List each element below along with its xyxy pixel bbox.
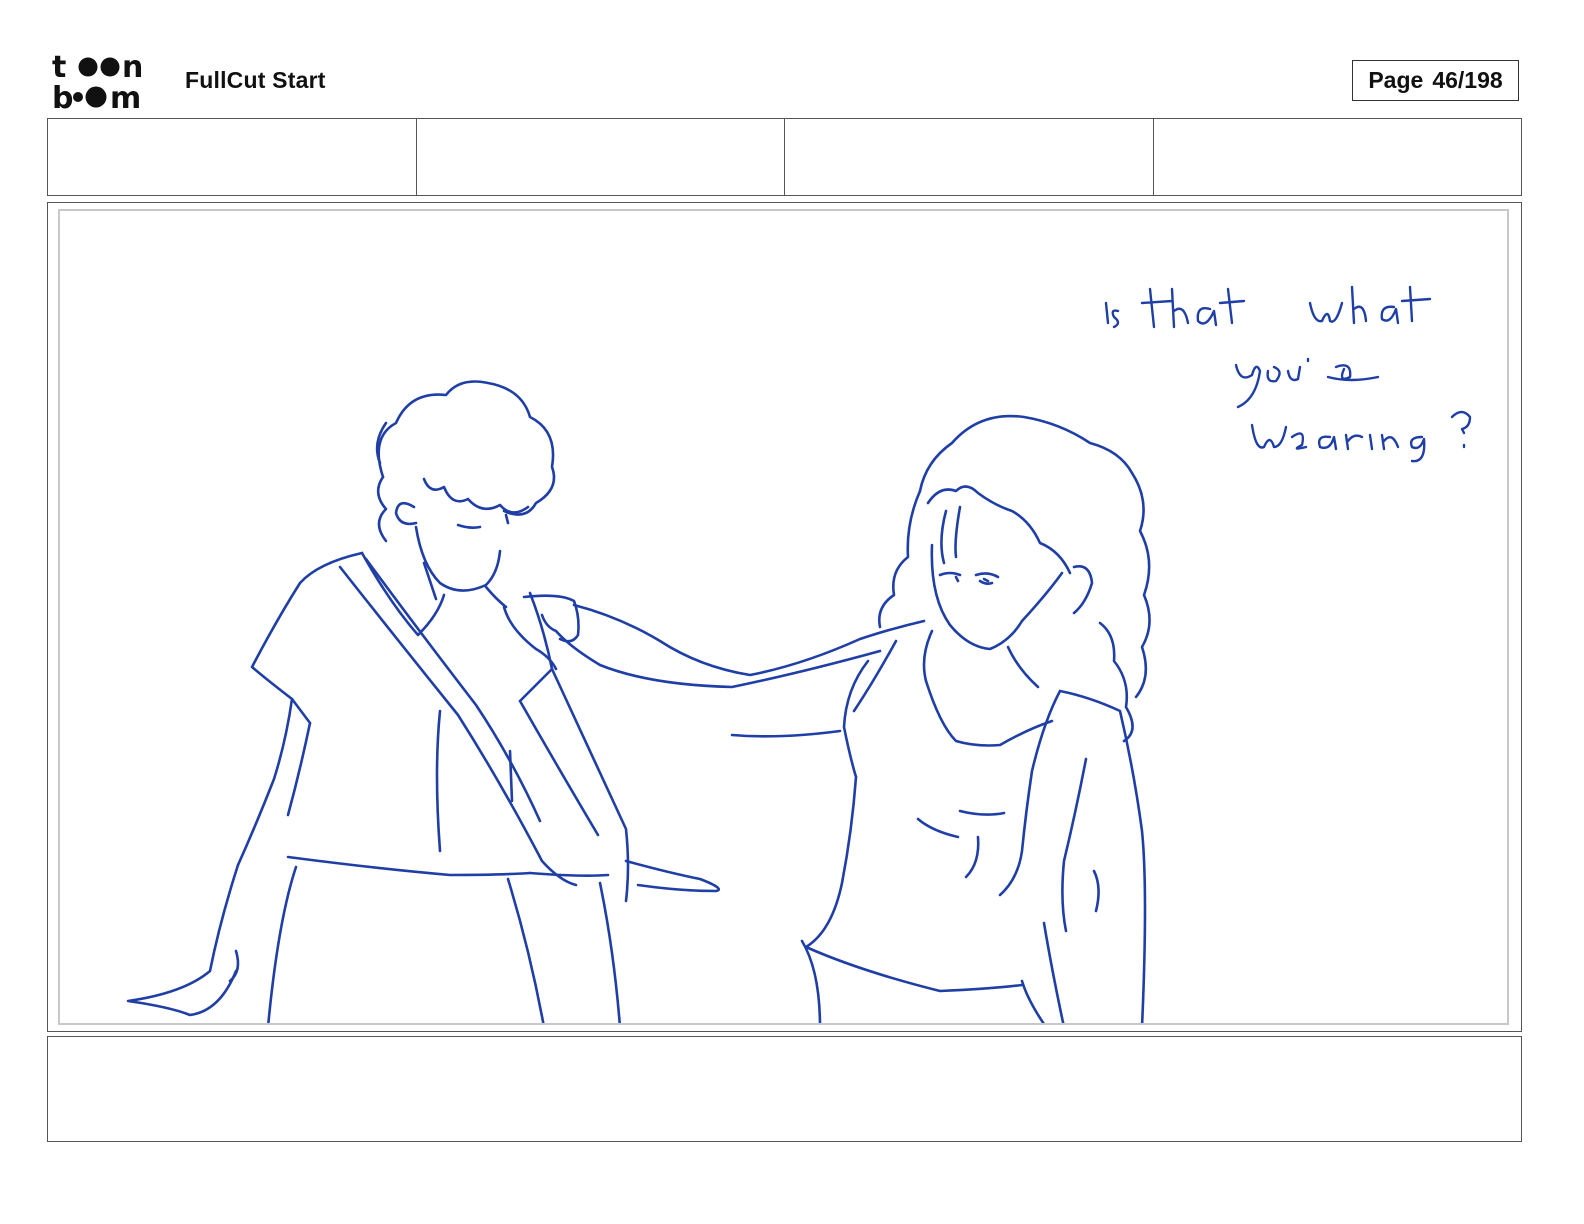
panel-sketch xyxy=(126,285,1472,1023)
header-field-4 xyxy=(1154,119,1522,195)
page-indicator: Page 46/198 xyxy=(1352,60,1519,101)
svg-text:t: t xyxy=(52,50,66,85)
svg-text:m: m xyxy=(110,81,141,112)
document-title: FullCut Start xyxy=(185,67,326,93)
character-right xyxy=(522,414,1151,1023)
page-header: t n b m FullCut Start Page 46/198 xyxy=(0,0,1584,118)
panel-notes-box xyxy=(47,1036,1522,1142)
header-field-3 xyxy=(785,119,1154,195)
page-number: 46/198 xyxy=(1432,67,1503,93)
header-field-2 xyxy=(417,119,785,195)
handwritten-caption-drawing xyxy=(1104,285,1472,463)
header-field-1 xyxy=(48,119,417,195)
toonboom-logo: t n b m xyxy=(52,50,164,112)
header-fields-row xyxy=(47,118,1522,196)
page-label: Page xyxy=(1368,67,1424,93)
svg-text:b: b xyxy=(52,81,73,112)
storyboard-panel xyxy=(58,209,1509,1025)
character-left xyxy=(126,380,721,1023)
svg-text:n: n xyxy=(122,50,143,85)
